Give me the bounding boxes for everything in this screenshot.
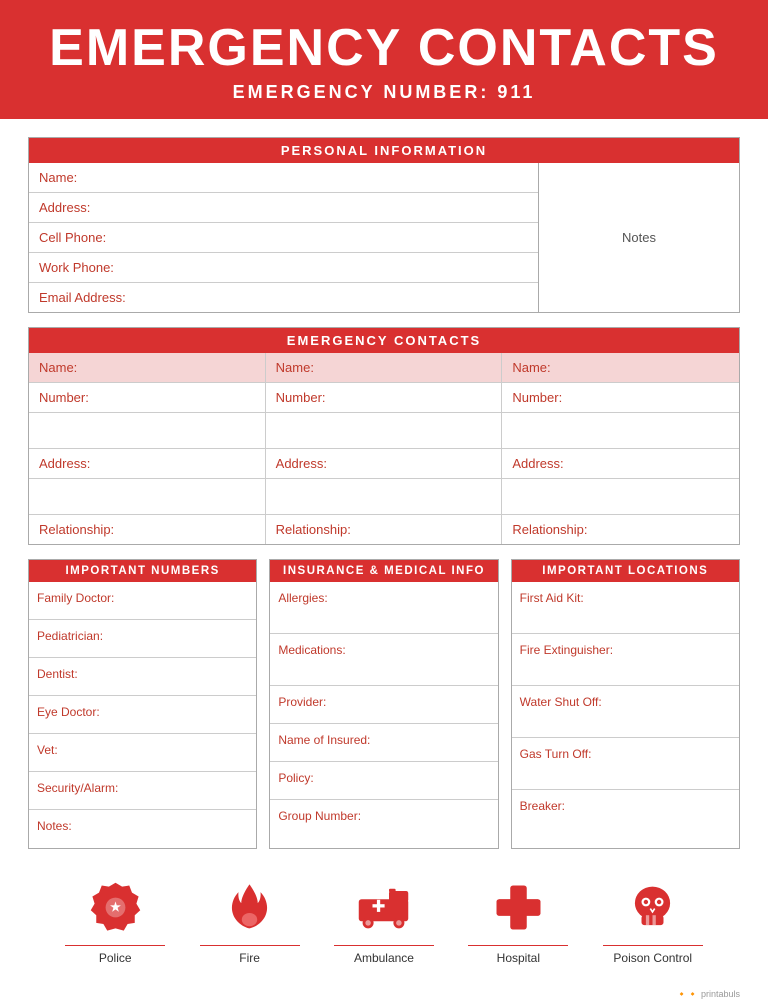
ec-col-2: Name: Number: Address: Relationship: <box>266 353 503 544</box>
personal-info-table: Name: Address: Cell Phone: Work Phone: E… <box>29 163 739 312</box>
three-columns: IMPORTANT NUMBERS Family Doctor: Pediatr… <box>28 559 740 849</box>
ec1-blank <box>29 413 265 449</box>
ins-group-number: Group Number: <box>270 800 497 838</box>
ec-col-1: Name: Number: Address: Relationship: <box>29 353 266 544</box>
ins-policy: Policy: <box>270 762 497 800</box>
footer-brand: 🔸🔸 printabuls <box>0 989 768 1006</box>
num-family-doctor: Family Doctor: <box>29 582 256 620</box>
poison-label: Poison Control <box>613 951 692 965</box>
ec3-address: Address: <box>502 449 739 479</box>
loc-fire-ext: Fire Extinguisher: <box>512 634 739 686</box>
emergency-number-value: 911 <box>497 82 535 102</box>
hospital-line <box>468 945 568 946</box>
police-label: Police <box>99 951 132 965</box>
fire-label: Fire <box>239 951 260 965</box>
ec2-relationship: Relationship: <box>266 515 502 544</box>
ec1-number: Number: <box>29 383 265 413</box>
police-icon-item: ★ Police <box>65 877 165 965</box>
num-pediatrician: Pediatrician: <box>29 620 256 658</box>
ec2-address: Address: <box>266 449 502 479</box>
ec3-relationship: Relationship: <box>502 515 739 544</box>
num-notes: Notes: <box>29 810 256 848</box>
emergency-contacts-grid: Name: Number: Address: Relationship: Nam… <box>29 353 739 544</box>
ec1-name: Name: <box>29 353 265 383</box>
svg-text:★: ★ <box>110 899 121 913</box>
poison-icon <box>625 877 680 937</box>
ambulance-label: Ambulance <box>354 951 414 965</box>
insurance-header: INSURANCE & MEDICAL INFO <box>270 560 497 582</box>
notes-area: Notes <box>539 163 739 312</box>
important-locations-section: IMPORTANT LOCATIONS First Aid Kit: Fire … <box>511 559 740 849</box>
field-cell-phone: Cell Phone: <box>29 223 538 253</box>
num-vet: Vet: <box>29 734 256 772</box>
emergency-contacts-section: EMERGENCY CONTACTS Name: Number: Address… <box>28 327 740 545</box>
page-header: EMERGENCY CONTACTS EMERGENCY NUMBER: 911 <box>0 0 768 119</box>
fire-icon <box>222 877 277 937</box>
fire-line <box>200 945 300 946</box>
main-content: PERSONAL INFORMATION Name: Address: Cell… <box>0 119 768 989</box>
field-address: Address: <box>29 193 538 223</box>
ec2-blank <box>266 413 502 449</box>
personal-info-header: PERSONAL INFORMATION <box>29 138 739 163</box>
num-eye-doctor: Eye Doctor: <box>29 696 256 734</box>
loc-breaker: Breaker: <box>512 790 739 842</box>
insurance-section: INSURANCE & MEDICAL INFO Allergies: Medi… <box>269 559 498 849</box>
ambulance-icon-item: Ambulance <box>334 877 434 965</box>
poison-line <box>603 945 703 946</box>
ins-allergies: Allergies: <box>270 582 497 634</box>
ins-insured-name: Name of Insured: <box>270 724 497 762</box>
ec2-number: Number: <box>266 383 502 413</box>
hospital-icon <box>491 877 546 937</box>
emergency-number: EMERGENCY NUMBER: 911 <box>10 82 758 103</box>
ec3-name: Name: <box>502 353 739 383</box>
ec3-blank <box>502 413 739 449</box>
icons-row: ★ Police Fire <box>28 867 740 979</box>
field-work-phone: Work Phone: <box>29 253 538 283</box>
personal-fields: Name: Address: Cell Phone: Work Phone: E… <box>29 163 539 312</box>
hospital-label: Hospital <box>497 951 540 965</box>
emergency-contacts-header: EMERGENCY CONTACTS <box>29 328 739 353</box>
ec3-blank2 <box>502 479 739 515</box>
ambulance-icon <box>356 877 411 937</box>
ambulance-line <box>334 945 434 946</box>
fire-icon-item: Fire <box>200 877 300 965</box>
ec2-blank2 <box>266 479 502 515</box>
ec1-relationship: Relationship: <box>29 515 265 544</box>
ec1-address: Address: <box>29 449 265 479</box>
important-numbers-section: IMPORTANT NUMBERS Family Doctor: Pediatr… <box>28 559 257 849</box>
field-email: Email Address: <box>29 283 538 312</box>
poison-icon-item: Poison Control <box>603 877 703 965</box>
ec3-number: Number: <box>502 383 739 413</box>
police-icon: ★ <box>88 877 143 937</box>
hospital-icon-item: Hospital <box>468 877 568 965</box>
loc-water-shut: Water Shut Off: <box>512 686 739 738</box>
important-locations-header: IMPORTANT LOCATIONS <box>512 560 739 582</box>
page-title: EMERGENCY CONTACTS <box>10 22 758 74</box>
loc-gas-turn: Gas Turn Off: <box>512 738 739 790</box>
num-dentist: Dentist: <box>29 658 256 696</box>
ins-provider: Provider: <box>270 686 497 724</box>
ec1-blank2 <box>29 479 265 515</box>
loc-first-aid: First Aid Kit: <box>512 582 739 634</box>
field-name: Name: <box>29 163 538 193</box>
emergency-number-label: EMERGENCY NUMBER: <box>233 82 490 102</box>
ec2-name: Name: <box>266 353 502 383</box>
num-security: Security/Alarm: <box>29 772 256 810</box>
personal-info-section: PERSONAL INFORMATION Name: Address: Cell… <box>28 137 740 313</box>
police-line <box>65 945 165 946</box>
important-numbers-header: IMPORTANT NUMBERS <box>29 560 256 582</box>
brand-label: 🔸🔸 printabuls <box>676 989 740 999</box>
ins-medications: Medications: <box>270 634 497 686</box>
ec-col-3: Name: Number: Address: Relationship: <box>502 353 739 544</box>
notes-label: Notes <box>622 230 656 245</box>
